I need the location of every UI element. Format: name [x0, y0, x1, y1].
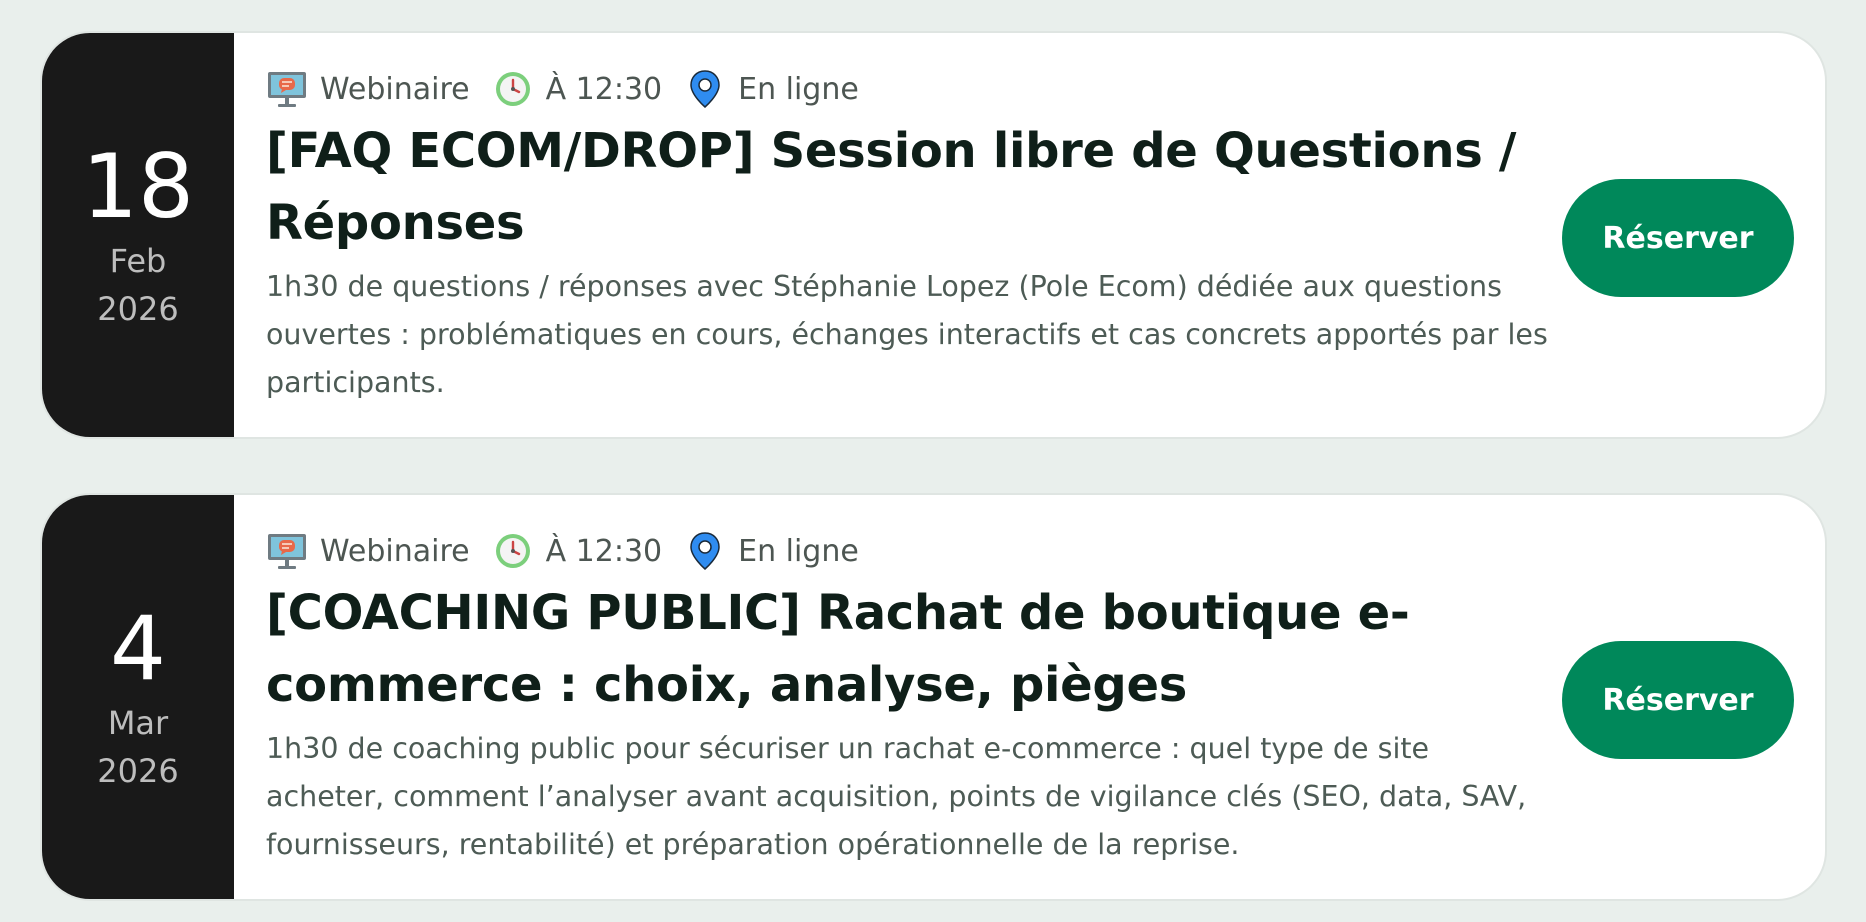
- event-card: 18 Feb 2026 Webinaire À 12:30 En ligne […: [40, 31, 1827, 439]
- event-title: [COACHING PUBLIC] Rachat de boutique e-c…: [266, 585, 1410, 713]
- event-type: Webinaire: [266, 530, 470, 572]
- event-content: Webinaire À 12:30 En ligne: [266, 527, 1556, 869]
- event-description: 1h30 de questions / réponses avec Stépha…: [266, 270, 1548, 399]
- event-time-label: À 12:30: [545, 533, 663, 569]
- event-content: Webinaire À 12:30 En ligne: [266, 65, 1556, 407]
- event-description: 1h30 de coaching public pour sécuriser u…: [266, 732, 1527, 861]
- event-title: [FAQ ECOM/DROP] Session libre de Questio…: [266, 123, 1517, 251]
- event-meta: Webinaire À 12:30 En ligne: [266, 527, 1556, 575]
- date-block: 4 Mar 2026: [42, 495, 234, 899]
- event-type: Webinaire: [266, 68, 470, 110]
- computer-webinar-icon: [268, 72, 306, 107]
- map-pin-icon: [690, 532, 720, 570]
- date-block: 18 Feb 2026: [42, 33, 234, 437]
- computer-webinar-icon: [268, 534, 306, 569]
- event-type-label: Webinaire: [320, 71, 470, 107]
- map-pin-icon: [690, 70, 720, 108]
- event-time-label: À 12:30: [545, 71, 663, 107]
- event-location: En ligne: [684, 530, 859, 572]
- event-year: 2026: [97, 290, 179, 328]
- event-type-label: Webinaire: [320, 533, 470, 569]
- event-year: 2026: [97, 752, 179, 790]
- event-location-label: En ligne: [738, 533, 859, 569]
- reserve-button[interactable]: Réserver: [1562, 179, 1794, 297]
- event-card: 4 Mar 2026 Webinaire À 12:30 En ligne [C…: [40, 493, 1827, 901]
- event-month: Feb: [109, 242, 167, 280]
- event-location: En ligne: [684, 68, 859, 110]
- event-location-label: En ligne: [738, 71, 859, 107]
- clock-icon: [495, 534, 530, 568]
- event-meta: Webinaire À 12:30 En ligne: [266, 65, 1556, 113]
- clock-icon: [495, 72, 530, 106]
- event-day: 18: [82, 135, 194, 238]
- event-day: 4: [110, 597, 166, 700]
- event-time: À 12:30: [492, 530, 663, 572]
- reserve-button[interactable]: Réserver: [1562, 641, 1794, 759]
- event-time: À 12:30: [492, 68, 663, 110]
- event-month: Mar: [107, 704, 169, 742]
